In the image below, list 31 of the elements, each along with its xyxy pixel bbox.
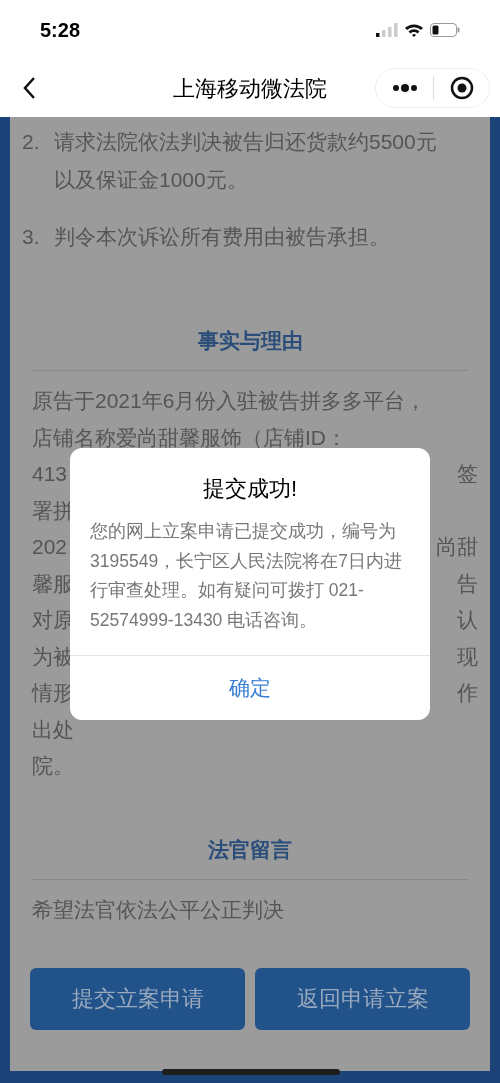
section-heading: 法官留言 [208,837,292,861]
page-title: 上海移动微法院 [173,75,327,103]
fact-text: 现 [457,643,478,670]
target-icon [449,76,474,100]
list-number: 3. [22,224,41,250]
fact-text: 尚甜 [436,534,478,560]
fact-text: 作 [457,680,478,706]
section-heading: 事实与理由 [197,329,303,352]
dialog-message: 您的网上立案申请已提交成功，编号为 3195549，长宁区人民法院将在7日内进行审查处理。如有疑问可拨打 021-52574999-13430 电话咨询。 [89,520,403,632]
fact-text: 202 [32,534,68,560]
fact-text: 告 [457,570,478,597]
back-icon [22,76,36,100]
action-button[interactable]: 提交立案申请 [30,967,245,1030]
more-icon [391,84,418,92]
action-button[interactable]: 返回申请立案 [255,967,470,1030]
battery-icon [430,23,460,37]
claim-text: 请求法院依法判决被告归还货款约5500元以及保证金1000元。 [54,129,438,193]
fact-text: 413 [32,461,68,487]
dialog-title: 提交成功! [201,475,299,503]
signal-icon [376,23,398,37]
fact-text: 认 [457,607,478,633]
fact-text: 署拼 [32,497,74,524]
status-time: 5:28 [40,18,81,43]
judge-message-text: 希望法官依法公平公正判决 [32,896,285,923]
fact-text: 原告于2021年6月份入驻被告拼多多平台， [32,388,427,414]
fact-text: 店铺名称爱尚甜馨服饰（店铺ID： [32,424,347,451]
wifi-icon [404,23,424,37]
claim-text: 判令本次诉讼所有费用由被告承担。 [54,224,390,250]
fact-text: 院。 [32,753,74,779]
list-number: 2. [22,129,41,155]
fact-text: 签 [457,461,478,487]
